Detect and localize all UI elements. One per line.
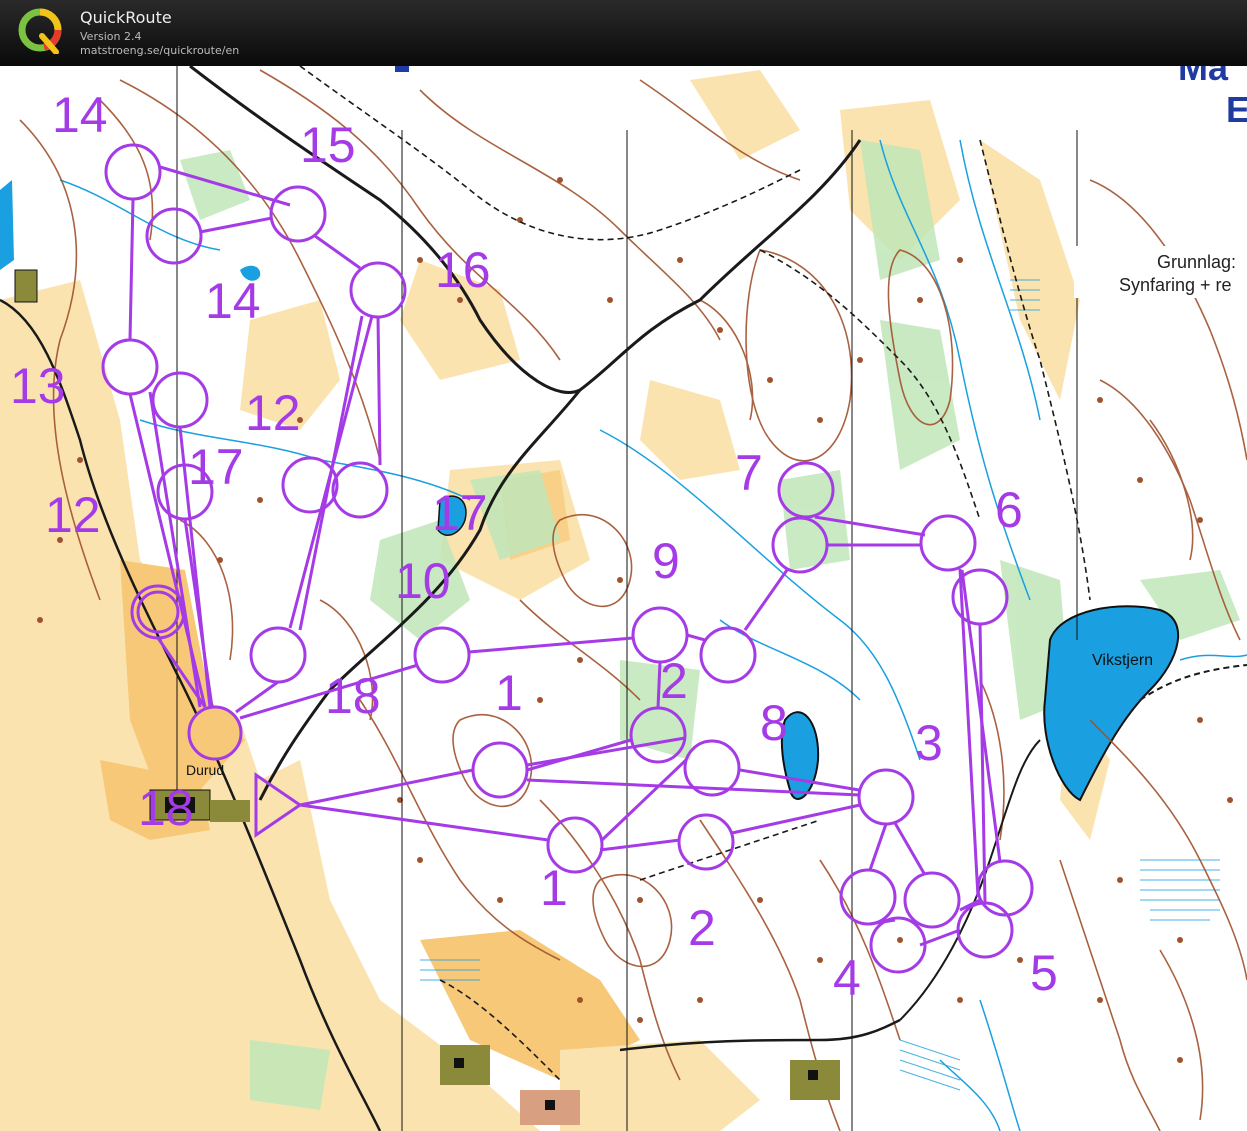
control-number: 15 [300, 117, 356, 173]
control-number: 5 [1030, 945, 1058, 1001]
app-version: Version 2.4 [80, 30, 142, 43]
app-title: QuickRoute [80, 8, 172, 27]
map-survey-label: Synfaring + re [1119, 275, 1232, 295]
control-number: 13 [10, 358, 66, 414]
control-number: 6 [995, 482, 1023, 538]
control-number: 17 [432, 485, 488, 541]
control-number: 7 [735, 445, 763, 501]
place-label-durud: Durud [186, 762, 224, 778]
control-number: 14 [52, 87, 108, 143]
quickroute-logo-icon [18, 8, 62, 54]
control-number: 3 [915, 715, 943, 771]
control-number: 1 [540, 860, 568, 916]
control-number: 2 [660, 653, 688, 709]
control-number: 8 [760, 695, 788, 751]
lake-label-vikstjern: Vikstjern [1092, 652, 1153, 669]
title-bar: QuickRoute Version 2.4 matstroeng.se/qui… [0, 0, 1247, 66]
control-number: 2 [688, 900, 716, 956]
orienteering-map-view[interactable]: 14 15 16 14 13 12 17 12 17 10 18 1 9 2 7… [0, 66, 1247, 1131]
map-canvas: 14 15 16 14 13 12 17 12 17 10 18 1 9 2 7… [0, 66, 1247, 1131]
control-number: 12 [45, 487, 101, 543]
control-number: 17 [188, 439, 244, 495]
control-number: 14 [205, 273, 261, 329]
control-number: 18 [138, 780, 194, 836]
control-number: 4 [833, 950, 861, 1006]
control-number: 10 [395, 553, 451, 609]
app-url[interactable]: matstroeng.se/quickroute/en [80, 44, 239, 57]
control-number: 9 [652, 533, 680, 589]
control-number: 1 [495, 665, 523, 721]
map-heading-1: Ma [1178, 66, 1229, 88]
control-number: 18 [325, 668, 381, 724]
control-number: 16 [435, 242, 491, 298]
control-number: 12 [245, 385, 301, 441]
map-heading-2: E [1226, 89, 1247, 130]
map-source-label: Grunnlag: [1157, 252, 1236, 272]
